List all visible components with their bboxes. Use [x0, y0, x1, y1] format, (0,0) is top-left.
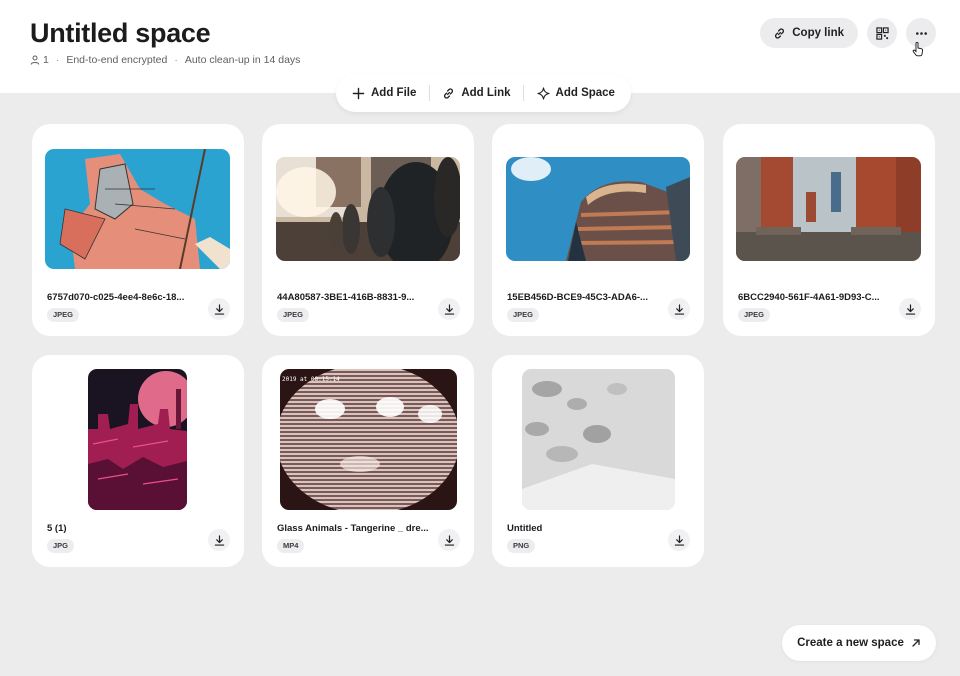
space-meta: 1 · End-to-end encrypted · Auto clean-up… — [30, 54, 300, 66]
plus-icon — [352, 87, 365, 99]
pointer-cursor-icon — [912, 42, 924, 57]
download-icon — [674, 303, 684, 315]
file-name: 44A80587-3BE1-416B-8831-9... — [277, 292, 415, 303]
download-button[interactable] — [438, 529, 460, 551]
add-file-label: Add File — [371, 87, 417, 99]
file-thumbnail — [88, 369, 187, 510]
download-button[interactable] — [438, 298, 460, 320]
download-icon — [444, 534, 454, 546]
file-card[interactable]: 5 (1) JPG — [32, 355, 244, 567]
file-card[interactable]: 2019 at 08:15:14 Glass Animals - Tangeri… — [262, 355, 474, 567]
file-name: 5 (1) — [47, 523, 67, 534]
file-thumbnail — [45, 149, 230, 269]
file-name: 6757d070-c025-4ee4-8e6c-18... — [47, 292, 185, 303]
file-thumbnail — [506, 157, 690, 261]
top-actions: Copy link — [760, 18, 936, 48]
page-title: Untitled space — [30, 18, 211, 48]
file-card[interactable]: Untitled PNG — [492, 355, 704, 567]
download-icon — [214, 303, 224, 315]
add-link-label: Add Link — [461, 87, 511, 99]
add-space-label: Add Space — [555, 87, 615, 99]
file-card[interactable]: 44A80587-3BE1-416B-8831-9... JPEG — [262, 124, 474, 336]
file-type-badge: JPEG — [738, 308, 771, 322]
add-link-button[interactable]: Add Link — [442, 87, 511, 100]
file-type-badge: JPG — [47, 539, 75, 553]
download-button[interactable] — [899, 298, 921, 320]
file-name: 6BCC2940-561F-4A61-9D93-C... — [738, 292, 880, 303]
divider — [428, 85, 430, 101]
file-thumbnail — [522, 369, 675, 510]
qr-code-button[interactable] — [867, 18, 897, 48]
download-button[interactable] — [208, 298, 230, 320]
more-horizontal-icon — [915, 31, 927, 35]
member-count: 1 — [30, 54, 49, 66]
add-toolbar: Add File Add Link Add Space — [336, 74, 631, 112]
download-button[interactable] — [208, 529, 230, 551]
download-icon — [214, 534, 224, 546]
file-type-badge: JPEG — [507, 308, 540, 322]
create-space-button[interactable]: Create a new space — [782, 625, 936, 661]
file-thumbnail — [276, 157, 460, 261]
copy-link-label: Copy link — [792, 27, 844, 39]
file-thumbnail: 2019 at 08:15:14 — [280, 369, 457, 510]
meta-separator: · — [174, 54, 178, 66]
link-icon — [775, 27, 785, 39]
copy-link-button[interactable]: Copy link — [760, 18, 858, 48]
cleanup-status: Auto clean-up in 14 days — [184, 54, 301, 66]
download-icon — [444, 303, 454, 315]
create-space-label: Create a new space — [797, 637, 904, 649]
qr-code-icon — [875, 26, 889, 40]
arrow-up-right-icon — [912, 639, 920, 647]
meta-separator: · — [55, 54, 60, 66]
user-icon — [30, 55, 40, 65]
member-count-value: 1 — [43, 54, 49, 66]
file-card[interactable]: 6757d070-c025-4ee4-8e6c-18... JPEG — [32, 124, 244, 336]
file-name: 15EB456D-BCE9-45C3-ADA6-... — [507, 292, 648, 303]
file-name: Untitled — [507, 523, 543, 534]
file-thumbnail — [736, 157, 921, 261]
sparkle-icon — [536, 86, 550, 100]
file-name: Glass Animals - Tangerine _ dre... — [277, 523, 429, 534]
download-button[interactable] — [668, 298, 690, 320]
file-card[interactable]: 6BCC2940-561F-4A61-9D93-C... JPEG — [723, 124, 935, 336]
link-icon — [444, 87, 454, 99]
file-type-badge: PNG — [507, 539, 536, 553]
file-type-badge: JPEG — [277, 308, 310, 322]
file-type-badge: JPEG — [47, 308, 80, 322]
download-icon — [905, 303, 915, 315]
download-button[interactable] — [668, 529, 690, 551]
encryption-status: End-to-end encrypted — [66, 54, 168, 66]
add-space-button[interactable]: Add Space — [536, 86, 615, 100]
divider — [523, 85, 525, 101]
file-card[interactable]: 15EB456D-BCE9-45C3-ADA6-... JPEG — [492, 124, 704, 336]
video-timestamp-overlay: 2019 at 08:15:14 — [282, 376, 340, 383]
add-file-button[interactable]: Add File — [352, 87, 416, 100]
file-type-badge: MP4 — [277, 539, 305, 553]
download-icon — [674, 534, 684, 546]
